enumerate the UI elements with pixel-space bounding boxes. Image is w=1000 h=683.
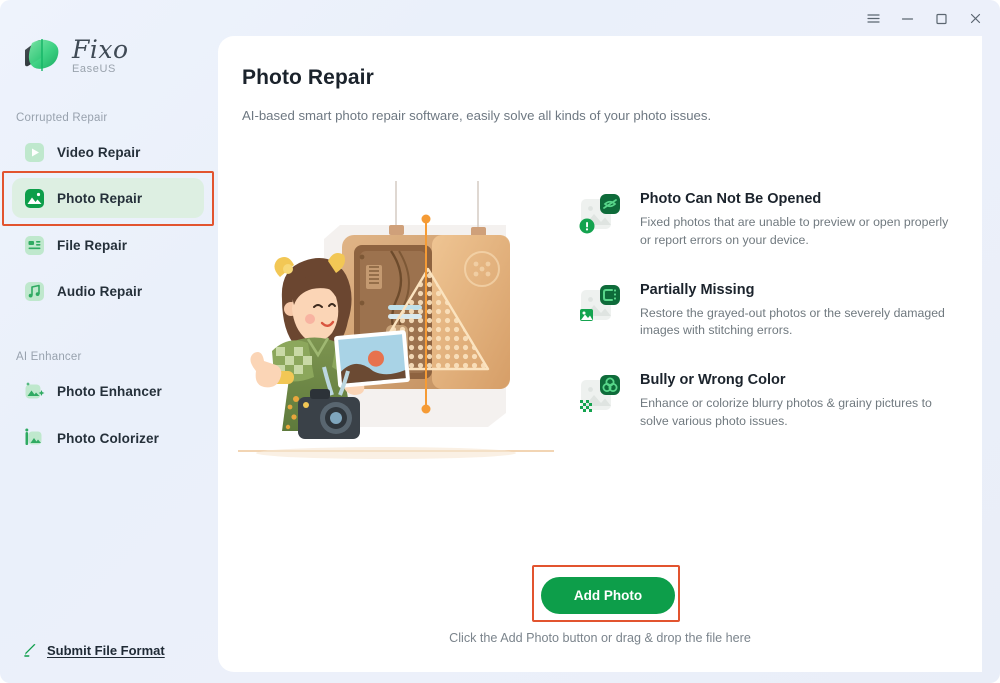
audio-repair-icon [25, 281, 44, 301]
feature-description: Enhance or colorize blurry photos & grai… [640, 396, 932, 429]
minimize-button[interactable] [890, 5, 924, 31]
maximize-button[interactable] [924, 5, 958, 31]
feature-title: Photo Can Not Be Opened [640, 191, 822, 207]
brand-logo: Fixo EaseUS [20, 36, 129, 76]
pencil-icon [24, 644, 36, 657]
sidebar-item-file-repair[interactable]: File Repair [12, 225, 204, 265]
minimize-icon [901, 17, 913, 20]
photo-hidden-icon [579, 194, 620, 234]
sidebar-item-label: Photo Enhancer [57, 383, 162, 399]
add-photo-button[interactable]: Add Photo [541, 577, 675, 614]
sidebar-item-video-repair[interactable]: Video Repair [12, 132, 204, 172]
file-repair-icon [25, 235, 44, 255]
feature-title: Partially Missing [640, 281, 755, 298]
feature-item: Bully or Wrong Color Enhance or colorize… [578, 372, 958, 431]
submit-file-format-label: Submit File Format [47, 642, 165, 658]
menu-button[interactable] [856, 5, 890, 31]
sidebar-item-photo-enhancer[interactable]: Photo Enhancer [12, 371, 204, 411]
photo-fragment-icon [580, 284, 620, 321]
hamburger-icon [866, 13, 880, 23]
drop-hint-text: Click the Add Photo button or drag & dro… [449, 631, 751, 645]
photo-color-icon [580, 375, 620, 413]
app-window: Fixo EaseUS Corrupted Repair Video Repai… [0, 0, 1000, 683]
sidebar-item-label: Video Repair [57, 144, 141, 160]
feature-item: Partially Missing Restore the grayed-out… [578, 282, 958, 341]
feature-title: Bully or Wrong Color [640, 372, 786, 389]
photo-repair-illustration [236, 181, 556, 511]
section-label-corrupted-repair: Corrupted Repair [16, 112, 108, 124]
section-label-ai-enhancer: AI Enhancer [16, 351, 82, 363]
sidebar-item-label: Audio Repair [57, 283, 143, 299]
photo-enhancer-icon [25, 381, 45, 398]
fixo-logo-icon [25, 39, 59, 71]
brand-name: Fixo [72, 35, 129, 64]
video-repair-icon [25, 142, 44, 162]
sidebar-item-label: File Repair [57, 237, 128, 253]
page-title: Photo Repair [242, 66, 374, 89]
main-panel: Photo Repair AI-based smart photo repair… [218, 36, 982, 672]
maximize-icon [935, 13, 947, 24]
feature-item: Photo Can Not Be Opened Fixed photos tha… [578, 191, 958, 250]
sidebar: Fixo EaseUS Corrupted Repair Video Repai… [0, 0, 218, 683]
sidebar-item-photo-colorizer[interactable]: Photo Colorizer [12, 418, 204, 458]
page-subtitle: AI-based smart photo repair software, ea… [242, 108, 712, 123]
photo-colorizer-icon [25, 428, 42, 445]
photo-repair-icon [25, 188, 44, 208]
submit-file-format-link[interactable]: Submit File Format [22, 642, 165, 658]
close-icon [970, 13, 980, 23]
close-button[interactable] [958, 5, 992, 31]
feature-list: Photo Can Not Be Opened Fixed photos tha… [578, 191, 958, 463]
feature-description: Fixed photos that are unable to preview … [640, 215, 949, 247]
sidebar-item-label: Photo Colorizer [57, 430, 159, 446]
sidebar-item-label: Photo Repair [57, 190, 143, 206]
sidebar-item-audio-repair[interactable]: Audio Repair [12, 271, 204, 311]
feature-description: Restore the grayed-out photos or the sev… [640, 305, 945, 338]
brand-subtitle: EaseUS [72, 63, 116, 75]
sidebar-item-photo-repair[interactable]: Photo Repair [12, 178, 204, 218]
